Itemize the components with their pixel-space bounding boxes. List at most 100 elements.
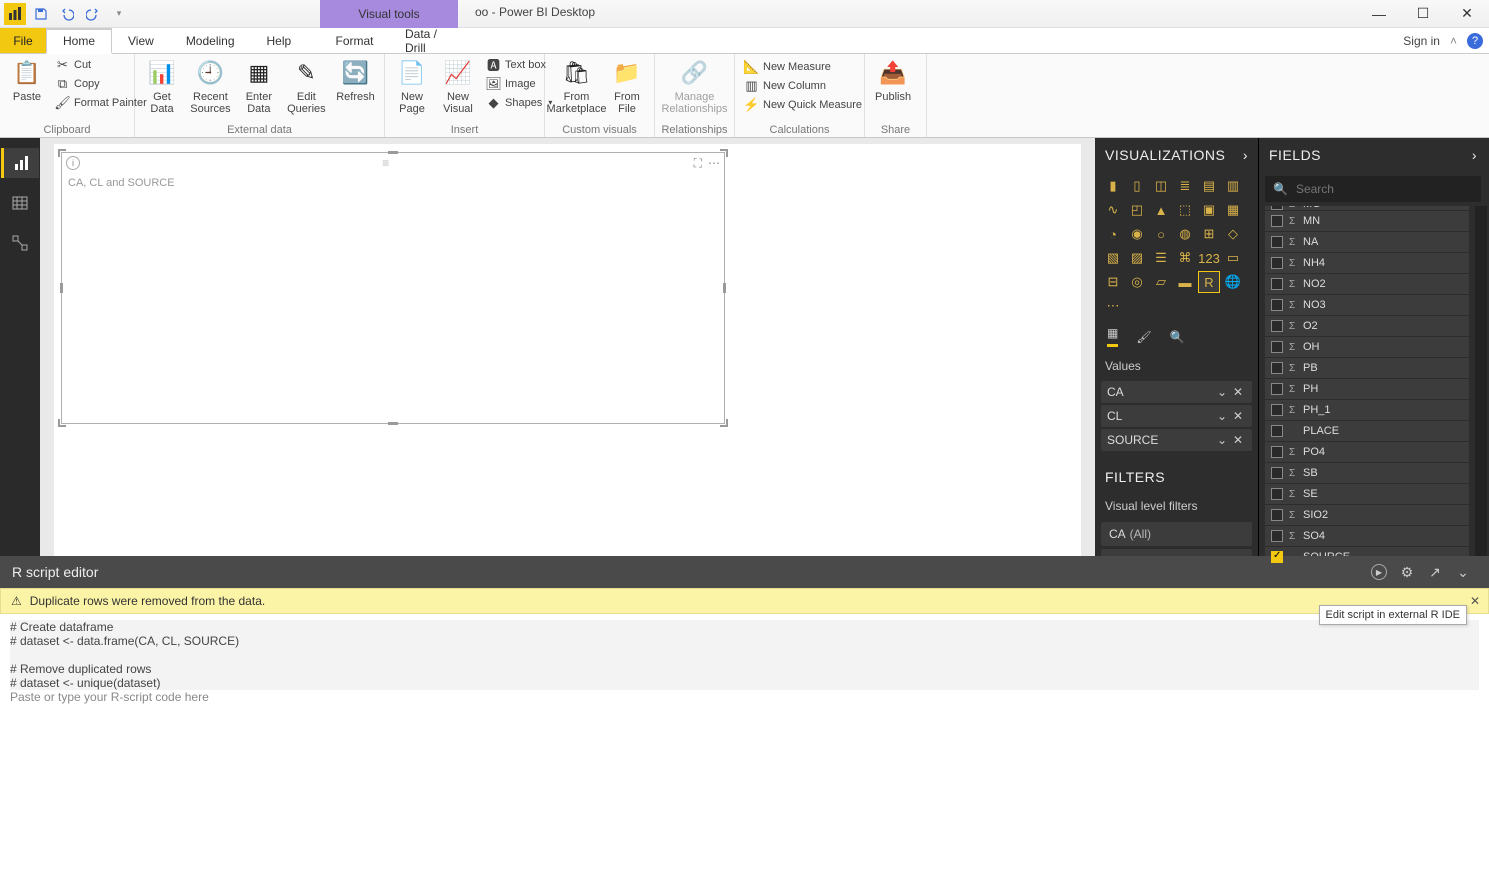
pill-dropdown-icon[interactable]: ⌄ [1214,433,1230,447]
close-button[interactable]: ✕ [1445,0,1489,28]
field-checkbox[interactable] [1271,236,1283,248]
viz-icon-24[interactable]: ⊟ [1103,272,1123,292]
collapse-editor-button[interactable]: ⌄ [1449,558,1477,586]
run-script-button[interactable]: ▶ [1365,558,1393,586]
field-na[interactable]: ΣNA [1265,232,1469,252]
field-o2[interactable]: ΣO2 [1265,316,1469,336]
quick-measure-button[interactable]: ⚡New Quick Measure [741,96,865,113]
field-se[interactable]: ΣSE [1265,484,1469,504]
model-view-icon[interactable] [1,228,39,258]
field-sb[interactable]: ΣSB [1265,463,1469,483]
field-place[interactable]: PLACE [1265,421,1469,441]
viz-icon-10[interactable]: ▣ [1199,200,1219,220]
field-checkbox[interactable] [1271,362,1283,374]
viz-icon-5[interactable]: ▥ [1223,176,1243,196]
enter-data-button[interactable]: ▦Enter Data [238,56,280,117]
field-nh4[interactable]: ΣNH4 [1265,253,1469,273]
info-icon[interactable]: i [66,156,80,170]
field-checkbox[interactable] [1271,341,1283,353]
tab-help[interactable]: Help [251,28,308,53]
dismiss-warning-button[interactable]: ✕ [1470,594,1480,608]
fields-search[interactable]: 🔍 [1265,176,1481,202]
viz-icon-25[interactable]: ◎ [1127,272,1147,292]
viz-icon-27[interactable]: ▬ [1175,272,1195,292]
maximize-button[interactable]: ☐ [1401,0,1445,28]
viz-icon-0[interactable]: ▮ [1103,176,1123,196]
tab-modeling[interactable]: Modeling [170,28,251,53]
value-pill-source[interactable]: SOURCE⌄✕ [1101,429,1252,451]
viz-icon-23[interactable]: ▭ [1223,248,1243,268]
pill-remove-icon[interactable]: ✕ [1230,433,1246,447]
viz-icon-17[interactable]: ◇ [1223,224,1243,244]
field-oh[interactable]: ΣOH [1265,337,1469,357]
viz-icon-4[interactable]: ▤ [1199,176,1219,196]
qat-dropdown-icon[interactable]: ▾ [108,3,130,25]
field-so4[interactable]: ΣSO4 [1265,526,1469,546]
visualizations-header[interactable]: VISUALIZATIONS › [1095,138,1258,172]
field-checkbox[interactable] [1271,299,1283,311]
pill-remove-icon[interactable]: ✕ [1230,409,1246,423]
report-view-icon[interactable] [1,148,39,178]
script-options-button[interactable]: ⚙ [1393,558,1421,586]
from-marketplace-button[interactable]: 🛍From Marketplace [551,56,602,117]
field-no2[interactable]: ΣNO2 [1265,274,1469,294]
field-checkbox[interactable] [1271,446,1283,458]
paste-button[interactable]: 📋 Paste [6,56,48,105]
from-file-button[interactable]: 📁From File [606,56,648,117]
tab-view[interactable]: View [112,28,170,53]
file-menu[interactable]: File [0,28,46,53]
field-checkbox[interactable] [1271,488,1283,500]
data-view-icon[interactable] [1,188,39,218]
viz-icon-8[interactable]: ▲ [1151,200,1171,220]
sign-in-link[interactable]: Sign in [1403,34,1440,48]
pill-remove-icon[interactable]: ✕ [1230,385,1246,399]
viz-icon-6[interactable]: ∿ [1103,200,1123,220]
viz-icon-1[interactable]: ▯ [1127,176,1147,196]
r-visual[interactable]: i ≡ ⛶ ⋯ CA, CL and SOURCE [61,152,725,424]
viz-icon-12[interactable]: ◔ [1103,224,1123,244]
new-measure-button[interactable]: 📐New Measure [741,58,865,75]
tab-home[interactable]: Home [46,28,112,54]
publish-button[interactable]: 📤Publish [871,56,915,105]
field-pb[interactable]: ΣPB [1265,358,1469,378]
fields-header[interactable]: FIELDS › [1259,138,1487,172]
field-checkbox[interactable] [1271,551,1283,563]
context-tab-data---drill[interactable]: Data / Drill [389,28,458,53]
new-page-button[interactable]: 📄New Page [391,56,433,117]
field-checkbox[interactable] [1271,383,1283,395]
more-options-icon[interactable]: ⋯ [708,156,720,171]
field-checkbox[interactable] [1271,530,1283,542]
context-tab-format[interactable]: Format [320,28,389,53]
field-mn[interactable]: ΣMN [1265,211,1469,231]
r-code-area[interactable]: # Create dataframe # dataset <- data.fra… [0,614,1489,895]
redo-icon[interactable] [82,3,104,25]
save-icon[interactable] [30,3,52,25]
get-data-button[interactable]: 📊Get Data [141,56,183,117]
viz-icon-2[interactable]: ◫ [1151,176,1171,196]
viz-icon-22[interactable]: 123 [1199,248,1219,268]
field-checkbox[interactable] [1271,404,1283,416]
fields-well-tab[interactable]: ▦ [1107,326,1118,347]
viz-icon-29[interactable]: 🌐 [1223,272,1243,292]
viz-icon-30[interactable]: ⋯ [1103,296,1123,316]
viz-icon-9[interactable]: ⬚ [1175,200,1195,220]
undo-icon[interactable] [56,3,78,25]
value-pill-cl[interactable]: CL⌄✕ [1101,405,1252,427]
field-checkbox[interactable] [1271,425,1283,437]
field-checkbox[interactable] [1271,206,1283,210]
viz-icon-18[interactable]: ▧ [1103,248,1123,268]
value-pill-ca[interactable]: CA⌄✕ [1101,381,1252,403]
analytics-tab[interactable]: 🔍 [1170,330,1185,344]
viz-icon-13[interactable]: ◉ [1127,224,1147,244]
field-ph[interactable]: ΣPH [1265,379,1469,399]
pill-dropdown-icon[interactable]: ⌄ [1214,409,1230,423]
external-ide-button[interactable]: ↗ [1421,558,1449,586]
new-column-button[interactable]: ▥New Column [741,77,865,94]
filter-ca[interactable]: CA (All) [1101,522,1252,546]
field-ph_1[interactable]: ΣPH_1 [1265,400,1469,420]
viz-icon-7[interactable]: ◰ [1127,200,1147,220]
viz-icon-11[interactable]: ▦ [1223,200,1243,220]
field-checkbox[interactable] [1271,320,1283,332]
field-sio2[interactable]: ΣSIO2 [1265,505,1469,525]
viz-icon-26[interactable]: ▱ [1151,272,1171,292]
